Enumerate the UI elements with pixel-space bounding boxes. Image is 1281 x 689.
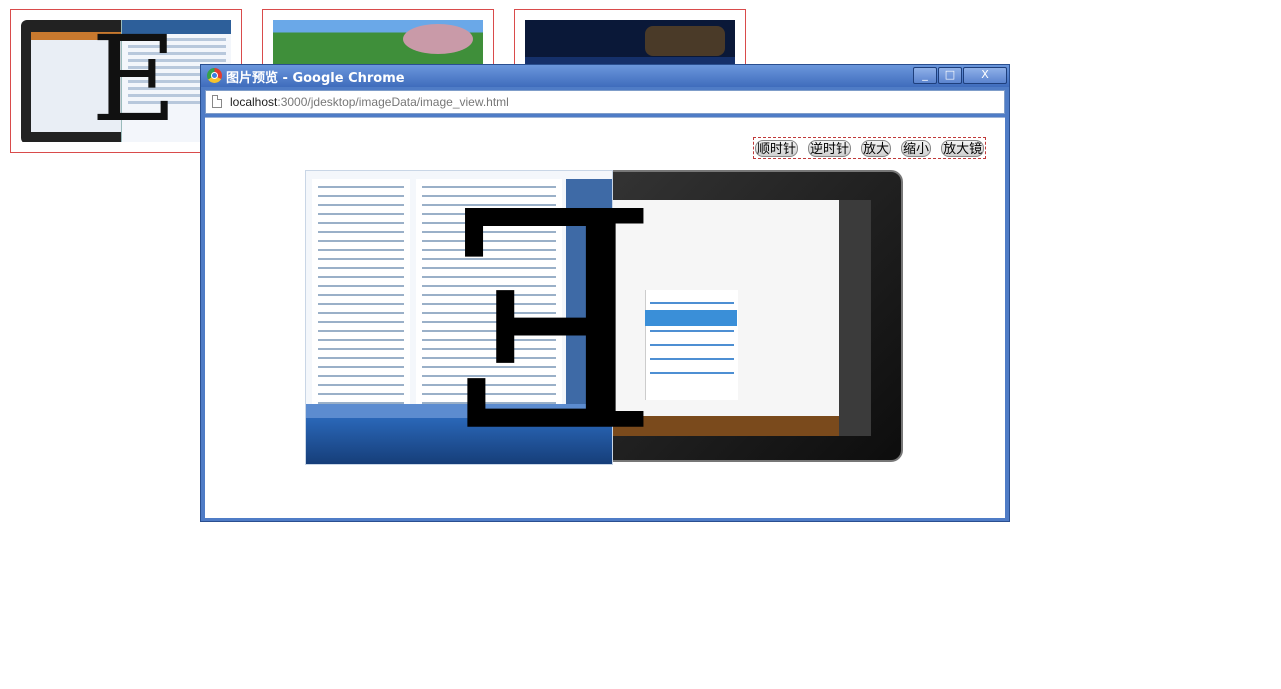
maximize-button[interactable]: □ — [938, 67, 962, 84]
preview-image[interactable]: E — [305, 137, 903, 486]
rotate-counterclockwise-button[interactable]: 逆时针 — [808, 139, 852, 157]
chrome-icon — [207, 68, 222, 83]
window-title: 图片预览 - Google Chrome — [226, 71, 405, 86]
image-preview-window: 图片预览 - Google Chrome _ □ X localhost:300… — [200, 64, 1010, 522]
zoom-out-button[interactable]: 缩小 — [901, 139, 932, 157]
preview-letter: E — [441, 137, 660, 486]
url-text: localhost:3000/jdesktop/imageData/image_… — [230, 95, 509, 109]
url-host: localhost — [230, 95, 278, 109]
url-path: :3000/jdesktop/imageData/image_view.html — [277, 95, 509, 109]
page-content: 顺时针 逆时针 放大 缩小 放大镜 E — [205, 117, 1005, 518]
magnifier-button[interactable]: 放大镜 — [941, 139, 985, 157]
address-bar[interactable]: localhost:3000/jdesktop/imageData/image_… — [205, 90, 1005, 114]
window-titlebar[interactable]: 图片预览 - Google Chrome _ □ X — [201, 65, 1009, 87]
zoom-in-button[interactable]: 放大 — [861, 139, 892, 157]
close-button[interactable]: X — [963, 67, 1007, 84]
rotate-clockwise-button[interactable]: 顺时针 — [755, 139, 799, 157]
image-toolbar: 顺时针 逆时针 放大 缩小 放大镜 — [753, 137, 987, 159]
page-icon — [212, 95, 222, 108]
minimize-button[interactable]: _ — [913, 67, 937, 84]
thumbnail-letter: E — [91, 20, 178, 142]
